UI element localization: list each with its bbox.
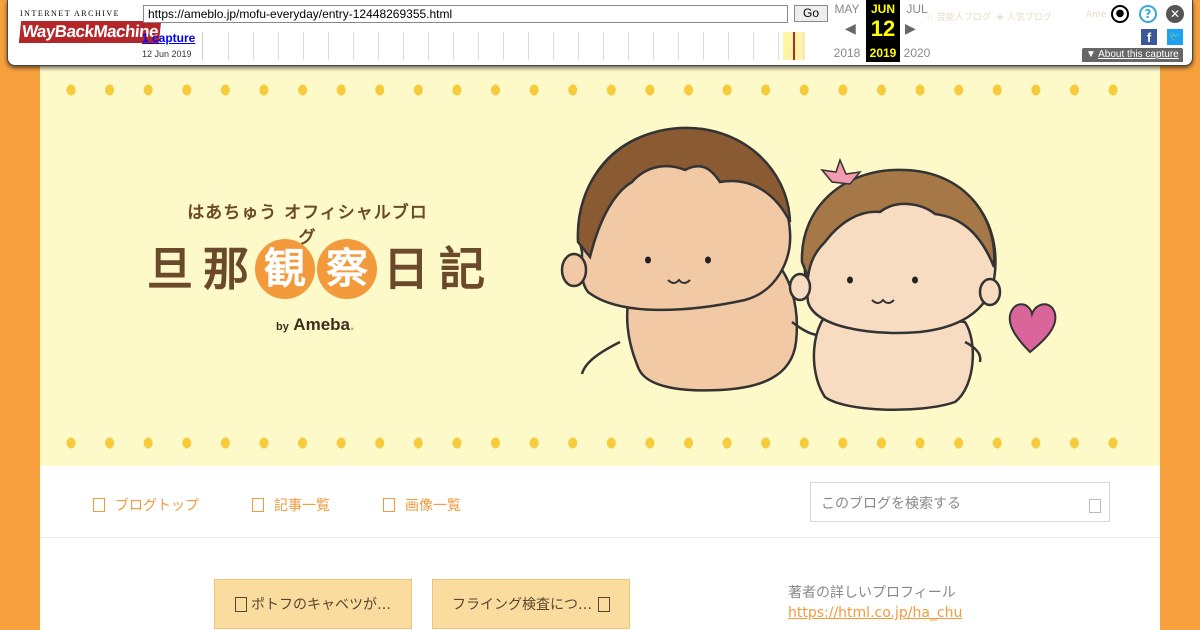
prev-entry-label: ポトフのキャベツが…	[251, 597, 391, 613]
sparkline-tick	[578, 32, 579, 60]
sparkline-tick	[603, 32, 604, 60]
sparkline-tick	[778, 32, 779, 60]
profile-label: 著者の詳しいプロフィール	[788, 585, 956, 601]
title-char-4: 察	[317, 239, 377, 299]
calendar-current: JUN 12 2019	[866, 0, 900, 62]
sparkline-tick	[753, 32, 754, 60]
sparkline-tick	[703, 32, 704, 60]
blog-title: 旦 那 観 察 日 記	[142, 238, 490, 300]
image-icon	[383, 498, 395, 512]
cur-month: JUN	[870, 2, 895, 16]
wayback-logo[interactable]: INTERNET ARCHIVE WayBackMachine	[16, 8, 162, 50]
sparkline-tick	[253, 32, 254, 60]
by-label: by	[276, 321, 289, 333]
title-char-5: 日	[383, 242, 429, 296]
list-icon	[252, 498, 264, 512]
blog-header-banner[interactable]: はあちゅう オフィシャルブログ 旦 那 観 察 日 記 by Ameba.	[40, 66, 1160, 466]
sparkline-tick	[403, 32, 404, 60]
nav-article-list[interactable]: 記事一覧	[252, 495, 330, 515]
logo-wayback-machine: WayBackMachine	[18, 21, 162, 43]
wayback-url-input[interactable]	[143, 5, 788, 23]
blog-page: はあちゅう オフィシャルブログ 旦 那 観 察 日 記 by Ameba. ブロ…	[40, 66, 1160, 630]
title-char-3: 観	[255, 239, 315, 299]
dot-border-bottom	[64, 436, 1144, 450]
sparkline-tick	[528, 32, 529, 60]
title-char-1: 旦	[147, 242, 193, 296]
about-capture-button[interactable]: ▼ About this capture	[1082, 48, 1183, 62]
blog-nav: ブログトップ 記事一覧 画像一覧 このブログを検索する	[40, 466, 1160, 538]
title-char-6: 記	[439, 242, 485, 296]
capture-date: 12 Jun 2019	[142, 49, 192, 59]
next-year: 2020	[903, 46, 931, 60]
sparkline-tick	[428, 32, 429, 60]
sparkline-tick	[628, 32, 629, 60]
twitter-icon[interactable]: 🐦	[1167, 29, 1183, 45]
ghost-text-3: Ame	[1086, 10, 1107, 20]
ghost-text-2: ★ 人気ブログ	[996, 13, 1052, 23]
home-icon	[93, 498, 105, 512]
next-arrow-icon	[598, 596, 610, 612]
boy-character	[560, 126, 823, 392]
sparkline-tick	[453, 32, 454, 60]
sparkline-tick	[303, 32, 304, 60]
sparkline-tick	[803, 32, 804, 60]
sparkline-tick	[653, 32, 654, 60]
search-icon[interactable]	[1089, 499, 1101, 513]
cur-day: 12	[870, 16, 896, 41]
heart-icon	[1008, 303, 1057, 354]
sparkline-tick	[378, 32, 379, 60]
by-ameba-logo: by Ameba.	[276, 315, 354, 335]
ameba-mark: .	[349, 317, 355, 334]
next-entry-label: フライング検査につ…	[452, 597, 592, 613]
nav-blog-top[interactable]: ブログトップ	[93, 495, 199, 515]
help-icon[interactable]: ?	[1139, 5, 1157, 23]
couple-illustration	[560, 126, 1057, 412]
sparkline-tick	[728, 32, 729, 60]
prev-year: 2018	[833, 46, 861, 60]
sparkline-tick	[353, 32, 354, 60]
prev-month: MAY	[834, 2, 860, 16]
nav-image-list[interactable]: 画像一覧	[383, 495, 461, 515]
go-button[interactable]: Go	[794, 5, 828, 22]
ameba-label: Ameba	[293, 315, 350, 334]
sparkline-tick	[503, 32, 504, 60]
nav-blog-top-label: ブログトップ	[115, 498, 199, 514]
capture-sparkline[interactable]	[202, 32, 827, 60]
logo-wayback: WayBack	[21, 22, 95, 41]
search-placeholder: このブログを検索する	[821, 496, 961, 512]
sparkline-capture-mark[interactable]	[793, 32, 795, 60]
prev-arrow-icon[interactable]: ◀	[845, 21, 856, 37]
captures-link[interactable]: 1 capture	[142, 31, 195, 45]
close-icon[interactable]: ✕	[1166, 5, 1184, 23]
sparkline-tick	[228, 32, 229, 60]
profile-link[interactable]: https://html.co.jp/ha_chu	[788, 605, 962, 621]
nav-image-list-label: 画像一覧	[405, 498, 461, 514]
sparkline-tick	[478, 32, 479, 60]
ghost-text-1: ☆ 芸能人ブログ	[926, 13, 991, 23]
logo-internet-archive: INTERNET ARCHIVE	[20, 9, 121, 18]
account-icon[interactable]: ●	[1111, 5, 1129, 23]
nav-article-list-label: 記事一覧	[274, 498, 330, 514]
title-char-2: 那	[203, 242, 249, 296]
dot-border-top	[64, 83, 1144, 97]
cur-year: 2019	[869, 46, 897, 60]
blog-content: ポトフのキャベツが… フライング検査につ… 著者の詳しいプロフィール https…	[40, 539, 1160, 630]
sparkline-tick	[328, 32, 329, 60]
prev-entry-button[interactable]: ポトフのキャベツが…	[214, 579, 412, 629]
prev-arrow-icon	[235, 596, 247, 612]
wayback-toolbar: INTERNET ARCHIVE WayBackMachine Go 1 cap…	[7, 0, 1193, 66]
sparkline-tick	[278, 32, 279, 60]
next-entry-button[interactable]: フライング検査につ…	[432, 579, 630, 629]
sparkline-tick	[678, 32, 679, 60]
girl-character	[788, 157, 1002, 412]
blog-search-input[interactable]: このブログを検索する	[810, 482, 1110, 522]
about-capture-label: About this capture	[1098, 49, 1179, 60]
sparkline-tick	[553, 32, 554, 60]
facebook-icon[interactable]: f	[1141, 29, 1157, 45]
